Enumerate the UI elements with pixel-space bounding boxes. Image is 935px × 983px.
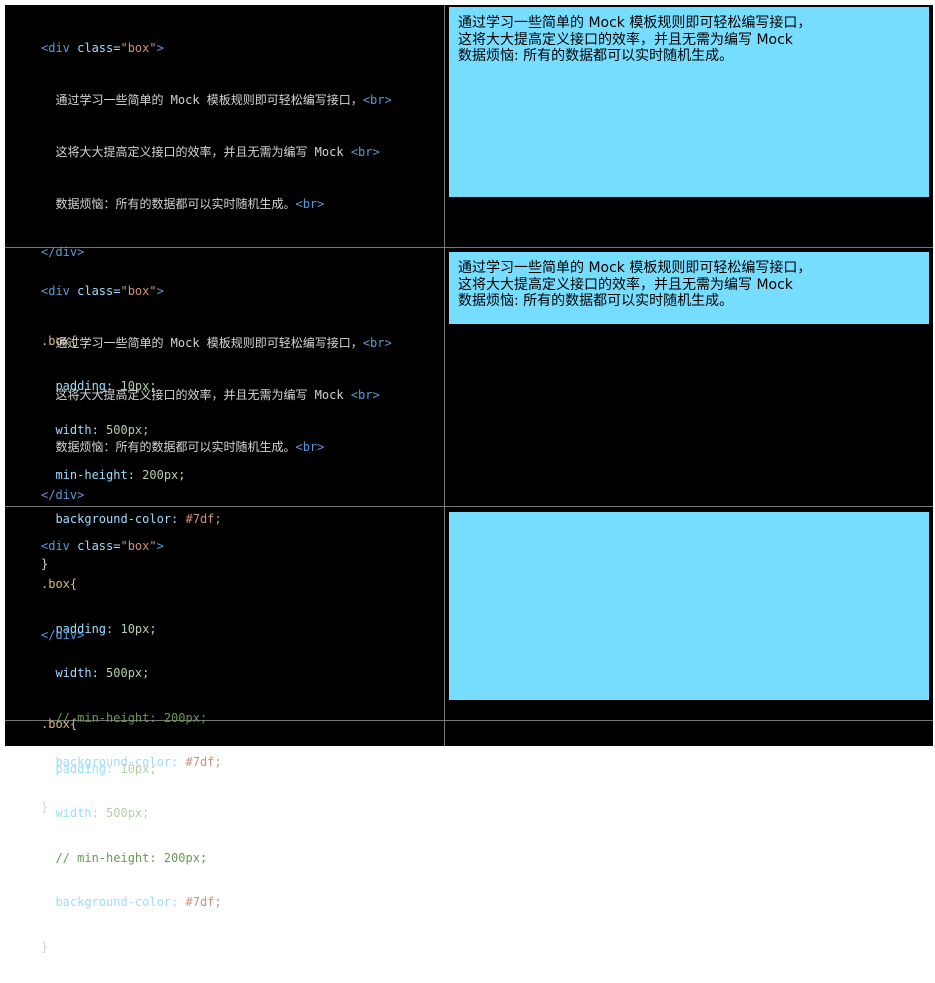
html-close-tag: </div> <box>41 628 85 642</box>
html-close-tag: </div> <box>41 488 85 502</box>
preview-box-2: 通过学习一些简单的 Mock 模板规则即可轻松编写接口， 这将大大提高定义接口的… <box>449 252 929 324</box>
code-text: 这将大大提高定义接口的效率，并且无需为编写 Mock <box>55 388 351 402</box>
code-line: .box{ <box>41 716 222 733</box>
html-attr-value: "box" <box>120 41 157 55</box>
css-value: 10px; <box>113 761 157 776</box>
css-value: #7df; <box>178 895 222 909</box>
code-line: padding: 10px; <box>41 761 222 778</box>
html-tag-end: > <box>156 41 164 55</box>
br-tag: <br> <box>350 145 380 159</box>
code-line: 通过学习一些简单的 Mock 模板规则即可轻松编写接口，<br> <box>41 88 392 112</box>
br-tag: <br> <box>350 388 380 402</box>
html-attr: class= <box>69 41 121 55</box>
code-text: 这将大大提高定义接口的效率，并且无需为编写 Mock <box>55 145 351 159</box>
preview-box-3 <box>449 512 929 700</box>
html-open-tag: <div <box>41 539 70 553</box>
box-line: 数据烦恼: 所有的数据都可以实时随机生成。 <box>458 293 734 309</box>
code-text: 数据烦恼：所有的数据都可以实时随机生成。 <box>55 440 296 454</box>
box-line: 通过学习一些简单的 Mock 模板规则即可轻松编写接口， <box>458 15 812 31</box>
code-line: 通过学习一些简单的 Mock 模板规则即可轻松编写接口，<br> <box>41 331 392 355</box>
html-open-tag: <div <box>41 284 70 298</box>
box-text: 通过学习一些简单的 Mock 模板规则即可轻松编写接口， 这将大大提高定义接口的… <box>458 15 811 65</box>
css-property: width: <box>55 806 99 820</box>
code-line: 这将大大提高定义接口的效率，并且无需为编写 Mock <br> <box>41 140 392 164</box>
code-text: 通过学习一些简单的 Mock 模板规则即可轻松编写接口， <box>55 93 363 107</box>
code-line: </div> <box>41 487 392 504</box>
br-tag: <br> <box>295 440 325 454</box>
column-divider <box>444 5 445 746</box>
code-line: width: 500px; <box>41 805 222 822</box>
code-line: <div class="box"> <box>41 538 222 555</box>
br-tag: <br> <box>295 197 325 211</box>
code-text: 数据烦恼：所有的数据都可以实时随机生成。 <box>55 197 296 211</box>
html-open-tag: <div <box>41 41 70 55</box>
code-line: <div class="box"> <box>41 36 392 60</box>
code-line: background-color: #7df; <box>41 894 222 911</box>
demo-frame: <div class="box"> 通过学习一些简单的 Mock 模板规则即可轻… <box>5 5 933 954</box>
css-selector: .box{ <box>41 717 78 731</box>
box-line: 这将大大提高定义接口的效率，并且无需为编写 Mock <box>458 31 793 48</box>
css-value: 500px; <box>98 806 150 820</box>
code-line: </div> <box>41 627 222 644</box>
code-text: 通过学习一些简单的 Mock 模板规则即可轻松编写接口， <box>55 336 363 350</box>
html-attr: class= <box>69 539 121 553</box>
br-tag: <br> <box>362 93 392 107</box>
box-line: 数据烦恼: 所有的数据都可以实时随机生成。 <box>458 48 734 64</box>
code-line: 数据烦恼：所有的数据都可以实时随机生成。<br> <box>41 435 392 459</box>
code-line: 数据烦恼：所有的数据都可以实时随机生成。<br> <box>41 192 392 216</box>
code-line: // min-height: 200px; <box>41 850 222 867</box>
preview-box-1: 通过学习一些简单的 Mock 模板规则即可轻松编写接口， 这将大大提高定义接口的… <box>449 7 929 197</box>
code-block-3: <div class="box"> </div> .box{ padding: … <box>41 510 222 983</box>
br-tag: <br> <box>362 336 392 350</box>
css-comment: // min-height: 200px; <box>55 850 208 865</box>
box-line: 这将大大提高定义接口的效率，并且无需为编写 Mock <box>458 276 793 293</box>
html-tag-end: > <box>156 539 164 553</box>
css-close-brace: } <box>41 939 49 954</box>
code-line: 这将大大提高定义接口的效率，并且无需为编写 Mock <br> <box>41 383 392 407</box>
code-line: <div class="box"> <box>41 279 392 303</box>
code-line: } <box>41 939 222 956</box>
css-property: background-color: <box>55 895 179 909</box>
css-property: padding: <box>55 761 114 776</box>
box-line: 通过学习一些简单的 Mock 模板规则即可轻松编写接口， <box>458 260 812 276</box>
html-attr: class= <box>69 284 121 298</box>
box-text: 通过学习一些简单的 Mock 模板规则即可轻松编写接口， 这将大大提高定义接口的… <box>458 260 811 310</box>
html-attr-value: "box" <box>120 539 157 553</box>
html-tag-end: > <box>156 284 164 298</box>
html-attr-value: "box" <box>120 284 157 298</box>
